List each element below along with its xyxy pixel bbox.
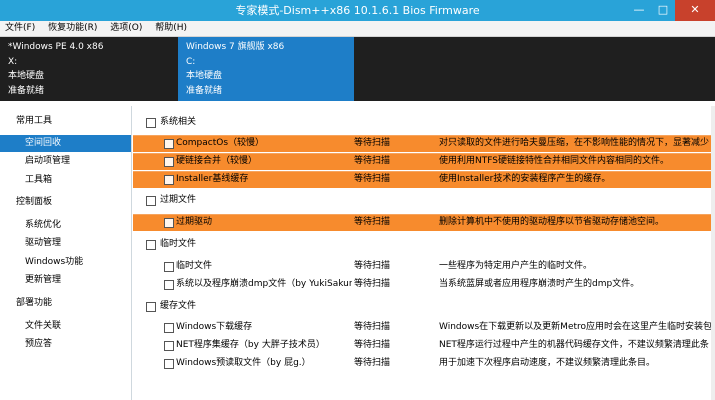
checkbox[interactable]	[146, 302, 156, 312]
list-item[interactable]: CompactOs（较慢） 等待扫描 对只读取的文件进行哈夫曼压缩，在不影响性能…	[133, 135, 715, 152]
item-description: 使用Installer技术的安装程序产生的缓存。	[439, 174, 611, 184]
vertical-scrollbar[interactable]	[711, 106, 715, 400]
item-status: 等待扫描	[354, 358, 391, 368]
sidebar-item-update-manager[interactable]: 更新管理	[0, 272, 131, 289]
sidebar-item-toolbox[interactable]: 工具箱	[0, 172, 131, 189]
item-status: 等待扫描	[354, 138, 391, 148]
checkbox[interactable]	[164, 359, 174, 369]
maximize-icon[interactable]: □	[651, 0, 675, 21]
system-status: 准备就绪	[186, 85, 223, 96]
system-card-pe[interactable]: *Windows PE 4.0 x86 X: 本地硬盘 准备就绪	[0, 37, 176, 101]
item-name: 系统以及程序崩溃dmp文件（by YukiSakura）	[176, 279, 352, 289]
sidebar-section-deploy: 部署功能	[16, 298, 53, 308]
checkbox[interactable]	[164, 262, 174, 272]
sidebar: 常用工具 空间回收 启动项管理 工具箱 控制面板 系统优化 驱动管理 Windo…	[0, 106, 132, 400]
item-name: Windows下载缓存	[176, 322, 253, 332]
close-icon[interactable]: ✕	[675, 0, 715, 21]
sidebar-section-control-panel: 控制面板	[16, 197, 53, 207]
window-title: 专家模式-Dism++x86 10.1.6.1 Bios Firmware	[235, 4, 480, 17]
item-status: 等待扫描	[354, 217, 391, 227]
list-item[interactable]: 系统以及程序崩溃dmp文件（by YukiSakura） 等待扫描 当系统蓝屏或…	[133, 276, 715, 293]
list-item[interactable]: 硬链接合并（较慢） 等待扫描 使用利用NTFS硬链接特性合并相同文件内容相同的文…	[133, 153, 715, 170]
group-label: 缓存文件	[160, 301, 197, 311]
item-name: 临时文件	[176, 261, 213, 271]
item-description: 使用利用NTFS硬链接特性合并相同文件内容相同的文件。	[439, 156, 669, 166]
sidebar-item-file-association[interactable]: 文件关联	[0, 318, 131, 335]
group-header[interactable]: 过期文件	[133, 192, 715, 209]
group-label: 临时文件	[160, 239, 197, 249]
system-type: 本地硬盘	[186, 71, 223, 81]
checkbox[interactable]	[164, 323, 174, 333]
cleanup-list: 系统相关 CompactOs（较慢） 等待扫描 对只读取的文件进行哈夫曼压缩，在…	[133, 106, 715, 400]
checkbox[interactable]	[164, 157, 174, 167]
list-item[interactable]: 过期驱动 等待扫描 删除计算机中不使用的驱动程序以节省驱动存储池空间。	[133, 214, 715, 231]
group-header[interactable]: 缓存文件	[133, 298, 715, 315]
checkbox[interactable]	[146, 196, 156, 206]
item-description: 用于加速下次程序启动速度，不建议频繁清理此条目。	[439, 358, 656, 368]
menu-options[interactable]: 选项(O)	[105, 21, 147, 36]
item-status: 等待扫描	[354, 322, 391, 332]
checkbox[interactable]	[164, 218, 174, 228]
sidebar-item-driver-manager[interactable]: 驱动管理	[0, 235, 131, 252]
system-card-win7[interactable]: Windows 7 旗舰版 x86 C: 本地硬盘 准备就绪	[178, 37, 354, 101]
item-name: Installer基线缓存	[176, 174, 249, 184]
item-description: NET程序运行过程中产生的机器代码缓存文件，不建议频繁清理此条	[439, 340, 709, 350]
group-header[interactable]: 系统相关	[133, 114, 715, 131]
checkbox[interactable]	[164, 341, 174, 351]
sidebar-item-windows-features[interactable]: Windows功能	[0, 254, 131, 271]
item-status: 等待扫描	[354, 279, 391, 289]
checkbox[interactable]	[164, 280, 174, 290]
list-item[interactable]: Windows下载缓存 等待扫描 Windows在下载更新以及更新Metro应用…	[133, 319, 715, 336]
item-name: CompactOs（较慢）	[176, 138, 265, 148]
list-item[interactable]: Installer基线缓存 等待扫描 使用Installer技术的安装程序产生的…	[133, 171, 715, 188]
system-status: 准备就绪	[8, 85, 45, 96]
item-description: 删除计算机中不使用的驱动程序以节省驱动存储池空间。	[439, 217, 665, 227]
list-item[interactable]: 临时文件 等待扫描 一些程序为特定用户产生的临时文件。	[133, 258, 715, 275]
sidebar-item-startup-manager[interactable]: 启动项管理	[0, 153, 131, 170]
group-header[interactable]: 临时文件	[133, 236, 715, 253]
group-label: 过期文件	[160, 195, 197, 205]
item-description: 一些程序为特定用户产生的临时文件。	[439, 261, 593, 271]
menu-recovery[interactable]: 恢复功能(R)	[43, 21, 102, 36]
title-bar: 专家模式-Dism++x86 10.1.6.1 Bios Firmware — …	[0, 0, 715, 21]
system-drive: X:	[8, 56, 18, 67]
system-name: Windows 7 旗舰版 x86	[186, 42, 285, 52]
checkbox[interactable]	[164, 139, 174, 149]
minimize-icon[interactable]: —	[627, 0, 651, 21]
sidebar-item-space-cleanup[interactable]: 空间回收	[0, 135, 131, 152]
system-drive: C:	[186, 56, 196, 67]
list-item[interactable]: NET程序集缓存（by 大胖子技术员） 等待扫描 NET程序运行过程中产生的机器…	[133, 337, 715, 354]
checkbox[interactable]	[146, 118, 156, 128]
sidebar-item-system-optimize[interactable]: 系统优化	[0, 217, 131, 234]
sidebar-section-common-tools: 常用工具	[16, 116, 53, 126]
item-description: Windows在下载更新以及更新Metro应用时会在这里产生临时安装包。	[439, 322, 715, 332]
list-item[interactable]: Windows预读取文件（by 屁g.） 等待扫描 用于加速下次程序启动速度，不…	[133, 355, 715, 372]
item-description: 当系统蓝屏或者应用程序崩溃时产生的dmp文件。	[439, 279, 640, 289]
item-status: 等待扫描	[354, 156, 391, 166]
menu-file[interactable]: 文件(F)	[0, 21, 40, 36]
checkbox[interactable]	[146, 240, 156, 250]
menu-bar: 文件(F) 恢复功能(R) 选项(O) 帮助(H)	[0, 21, 715, 37]
item-name: 过期驱动	[176, 217, 213, 227]
system-name: *Windows PE 4.0 x86	[8, 42, 104, 52]
item-description: 对只读取的文件进行哈夫曼压缩，在不影响性能的情况下，显著减少	[439, 138, 710, 148]
item-status: 等待扫描	[354, 340, 391, 350]
sidebar-item-answer-file[interactable]: 预应答	[0, 336, 131, 353]
system-type: 本地硬盘	[8, 71, 45, 81]
menu-help[interactable]: 帮助(H)	[150, 21, 192, 36]
item-name: 硬链接合并（较慢）	[176, 156, 258, 166]
item-name: Windows预读取文件（by 屁g.）	[176, 358, 311, 368]
checkbox[interactable]	[164, 175, 174, 185]
item-name: NET程序集缓存（by 大胖子技术员）	[176, 340, 325, 350]
window-controls: — □ ✕	[627, 0, 715, 21]
item-status: 等待扫描	[354, 261, 391, 271]
item-status: 等待扫描	[354, 174, 391, 184]
group-label: 系统相关	[160, 117, 197, 127]
system-selector-bar: *Windows PE 4.0 x86 X: 本地硬盘 准备就绪 Windows…	[0, 37, 715, 101]
